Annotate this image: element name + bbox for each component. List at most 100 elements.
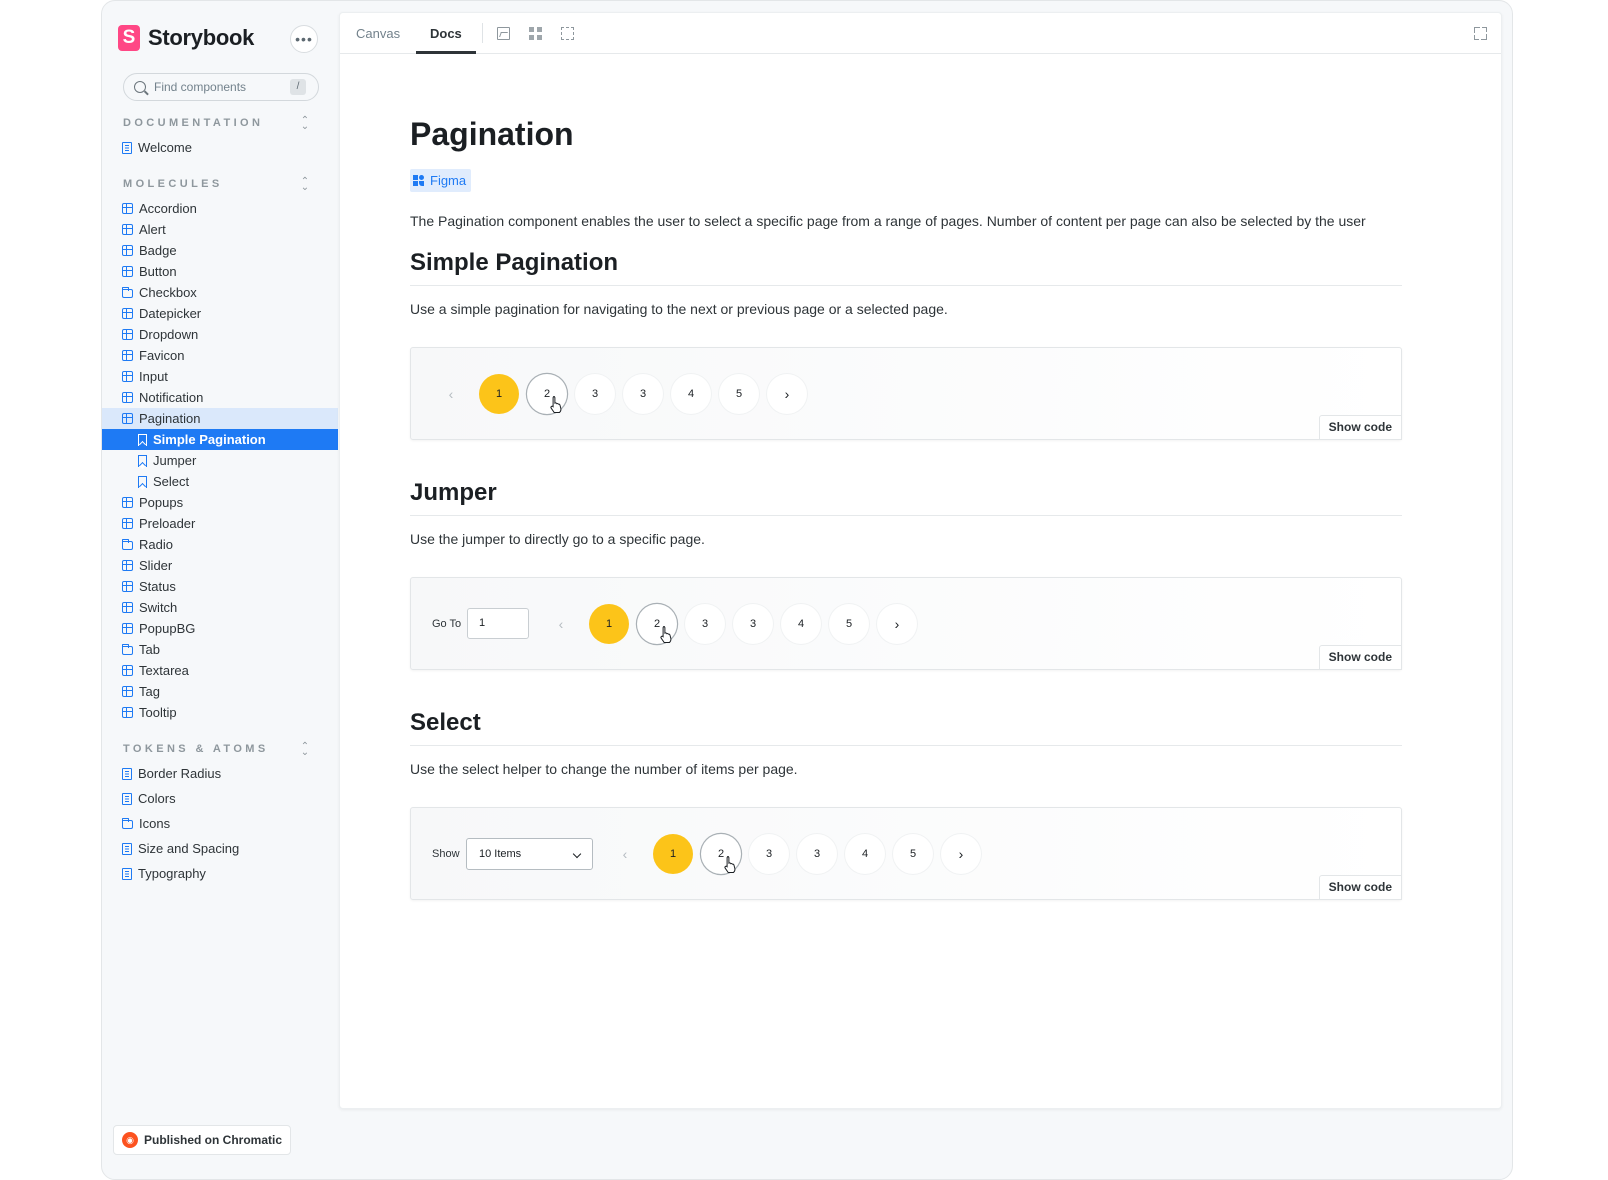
goto-label: Go To [432,618,462,630]
next-page-button[interactable]: › [877,604,917,644]
page-button-2[interactable]: 2 [701,834,741,874]
sidebar-item-label: Jumper [153,453,197,468]
sidebar-item-dropdown[interactable]: Dropdown [102,324,338,345]
collapse-icon[interactable]: ⌃ ⌄ [300,742,310,758]
prev-page-button[interactable]: ‹ [431,374,471,414]
more-options-button[interactable]: ••• [290,25,318,53]
page-button-2[interactable]: 2 [527,374,567,414]
goto-page-input[interactable]: 1 [467,608,529,639]
sidebar-item-checkbox[interactable]: Checkbox [102,282,338,303]
items-per-page-select[interactable]: 10 Items [466,838,593,870]
brand-name: Storybook [148,25,255,50]
sidebar-item-input[interactable]: Input [102,366,338,387]
sidebar-item-textarea[interactable]: Textarea [102,660,338,681]
page-button-3[interactable]: 3 [685,604,725,644]
sidebar-item-tab[interactable]: Tab [102,639,338,660]
section-title-tokens[interactable]: TOKENS & ATOMS [123,743,269,755]
toolbar-divider [482,23,483,43]
sidebar-item-alert[interactable]: Alert [102,219,338,240]
page-button-4[interactable]: 4 [671,374,711,414]
sidebar-item-size-and-spacing[interactable]: Size and Spacing [102,838,338,859]
grid-icon[interactable] [529,27,542,40]
app-frame: S Storybook ••• Find components / DOCUME… [101,0,1513,1180]
page-button-3b[interactable]: 3 [733,604,773,644]
sidebar-item-label: Typography [138,866,206,881]
sidebar-item-notification[interactable]: Notification [102,387,338,408]
page-button-3[interactable]: 3 [749,834,789,874]
sidebar-item-datepicker[interactable]: Datepicker [102,303,338,324]
sidebar-item-typography[interactable]: Typography [102,863,338,884]
sidebar-item-slider[interactable]: Slider [102,555,338,576]
sidebar-item-favicon[interactable]: Favicon [102,345,338,366]
chromatic-badge[interactable]: ◉ Published on Chromatic [113,1125,292,1155]
prev-page-button[interactable]: ‹ [541,604,581,644]
sidebar-item-popupbg[interactable]: PopupBG [102,618,338,639]
sidebar-item-accordion[interactable]: Accordion [102,198,338,219]
sidebar-item-pagination[interactable]: Pagination [102,408,338,429]
next-page-button[interactable]: › [767,374,807,414]
prev-page-button[interactable]: ‹ [605,834,645,874]
component-icon [122,413,133,424]
page-button-2[interactable]: 2 [637,604,677,644]
sidebar-item-preloader[interactable]: Preloader [102,513,338,534]
sidebar-item-popups[interactable]: Popups [102,492,338,513]
bookmark-icon [138,475,147,488]
collapse-icon[interactable]: ⌃ ⌄ [300,116,310,132]
sidebar-item-simple-pagination[interactable]: Simple Pagination [102,429,338,450]
sidebar-item-tag[interactable]: Tag [102,681,338,702]
page-button-3b[interactable]: 3 [623,374,663,414]
fullscreen-icon[interactable] [1474,27,1487,40]
figma-link[interactable]: Figma [410,169,472,192]
page-button-5[interactable]: 5 [829,604,869,644]
sidebar-item-badge[interactable]: Badge [102,240,338,261]
sidebar-item-label: Checkbox [139,285,197,300]
sidebar-item-tooltip[interactable]: Tooltip [102,702,338,723]
storybook-logo-icon: S [118,25,140,51]
page-button-3[interactable]: 3 [575,374,615,414]
sidebar-item-radio[interactable]: Radio [102,534,338,555]
collapse-icon[interactable]: ⌃ ⌄ [300,177,310,193]
section-title-documentation[interactable]: DOCUMENTATION [123,117,263,129]
sidebar-item-switch[interactable]: Switch [102,597,338,618]
search-input[interactable]: Find components / [123,73,319,101]
bookmark-icon [138,433,147,446]
page-button-1[interactable]: 1 [479,374,519,414]
tab-canvas[interactable]: Canvas [356,13,400,54]
show-code-button[interactable]: Show code [1318,645,1402,670]
sidebar-item-button[interactable]: Button [102,261,338,282]
page-button-5[interactable]: 5 [893,834,933,874]
sidebar-item-label: Status [139,579,176,594]
component-icon [122,329,133,340]
hand-cursor-icon [550,396,562,413]
page-button-1[interactable]: 1 [653,834,693,874]
show-code-button[interactable]: Show code [1318,875,1402,900]
sidebar-item-label: Slider [139,558,173,573]
tab-docs[interactable]: Docs [416,13,476,54]
component-icon [122,560,133,571]
page-button-4[interactable]: 4 [781,604,821,644]
component-icon [122,203,133,214]
sidebar-item-status[interactable]: Status [102,576,338,597]
outline-icon[interactable] [561,27,574,40]
page-button-4[interactable]: 4 [845,834,885,874]
sidebar-item-colors[interactable]: Colors [102,788,338,809]
page-button-3b[interactable]: 3 [797,834,837,874]
sidebar-item-select[interactable]: Select [102,471,338,492]
sidebar-item-welcome[interactable]: Welcome [102,137,338,158]
page-button-5[interactable]: 5 [719,374,759,414]
image-icon[interactable] [497,27,510,40]
sidebar-item-jumper[interactable]: Jumper [102,450,338,471]
sidebar-item-label: Button [139,264,177,279]
sidebar-item-label: Favicon [139,348,185,363]
sidebar-item-label: Notification [139,390,204,405]
component-icon [122,371,133,382]
sidebar-item-border-radius[interactable]: Border Radius [102,763,338,784]
brand[interactable]: S Storybook [118,25,254,51]
section-title-molecules[interactable]: MOLECULES [123,178,223,190]
hand-cursor-icon [660,626,672,643]
show-code-button[interactable]: Show code [1318,415,1402,440]
sidebar-item-label: Select [153,474,190,489]
sidebar-item-icons[interactable]: Icons [102,813,338,834]
next-page-button[interactable]: › [941,834,981,874]
page-button-1[interactable]: 1 [589,604,629,644]
